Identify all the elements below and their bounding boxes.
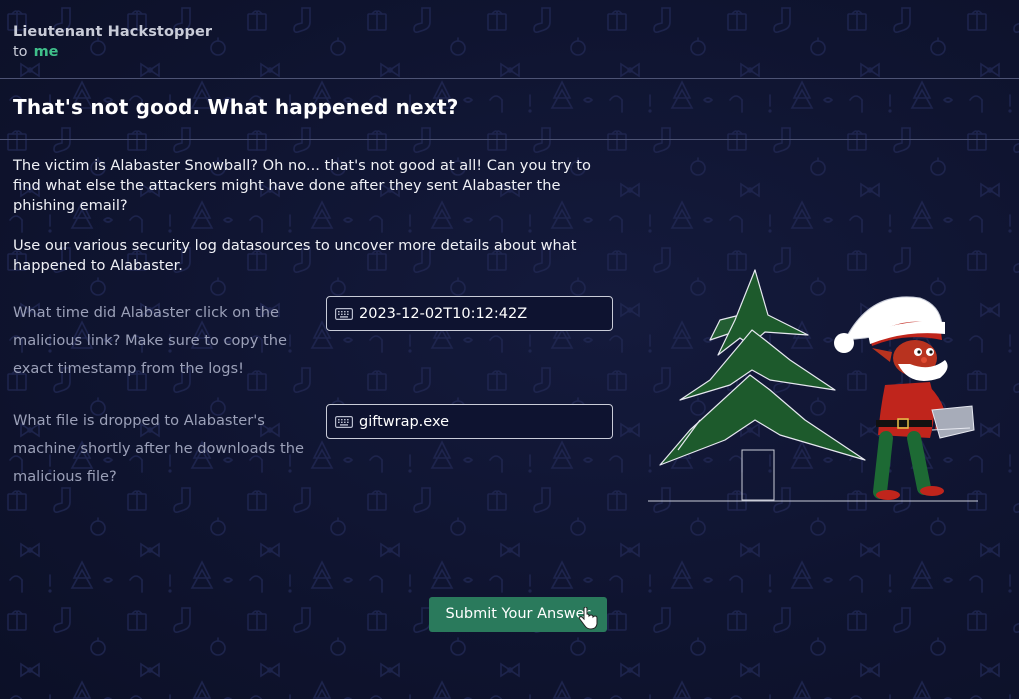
to-label: to <box>13 44 28 60</box>
keyboard-icon <box>335 415 353 428</box>
question-1-answer-box[interactable] <box>326 296 613 331</box>
question-1-label: What time did Alabaster click on the mal… <box>13 304 287 377</box>
sender-name: Lieutenant Hackstopper <box>13 24 213 40</box>
recipient-name: me <box>33 44 59 60</box>
message-paragraph-2: Use our various security log datasources… <box>13 237 577 274</box>
question-2-answer-input[interactable] <box>359 413 609 430</box>
question-2-answer-box[interactable] <box>326 404 613 439</box>
header-divider <box>0 78 1019 79</box>
recipient-line: to me <box>13 42 212 62</box>
keyboard-icon <box>335 307 353 320</box>
hand-cursor-icon <box>578 607 598 630</box>
question-1-answer-input[interactable] <box>359 305 609 322</box>
question-2-label: What file is dropped to Alabaster's mach… <box>13 412 304 485</box>
santa-with-laptop-illustration <box>648 269 978 502</box>
email-sender-header: Lieutenant Hackstopper to me <box>13 22 212 62</box>
title-divider <box>0 139 1019 140</box>
message-paragraph-1: The victim is Alabaster Snowball? Oh no.… <box>13 157 591 214</box>
message-title: That's not good. What happened next? <box>13 95 459 119</box>
